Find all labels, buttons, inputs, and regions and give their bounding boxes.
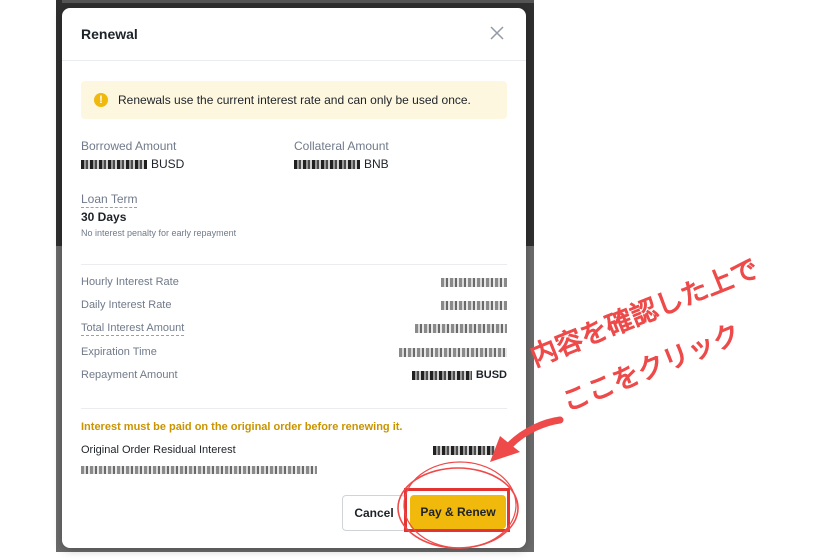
arrow-shaft <box>506 416 564 449</box>
highlight-circle <box>397 467 519 549</box>
highlight-circle-2 <box>403 461 517 549</box>
